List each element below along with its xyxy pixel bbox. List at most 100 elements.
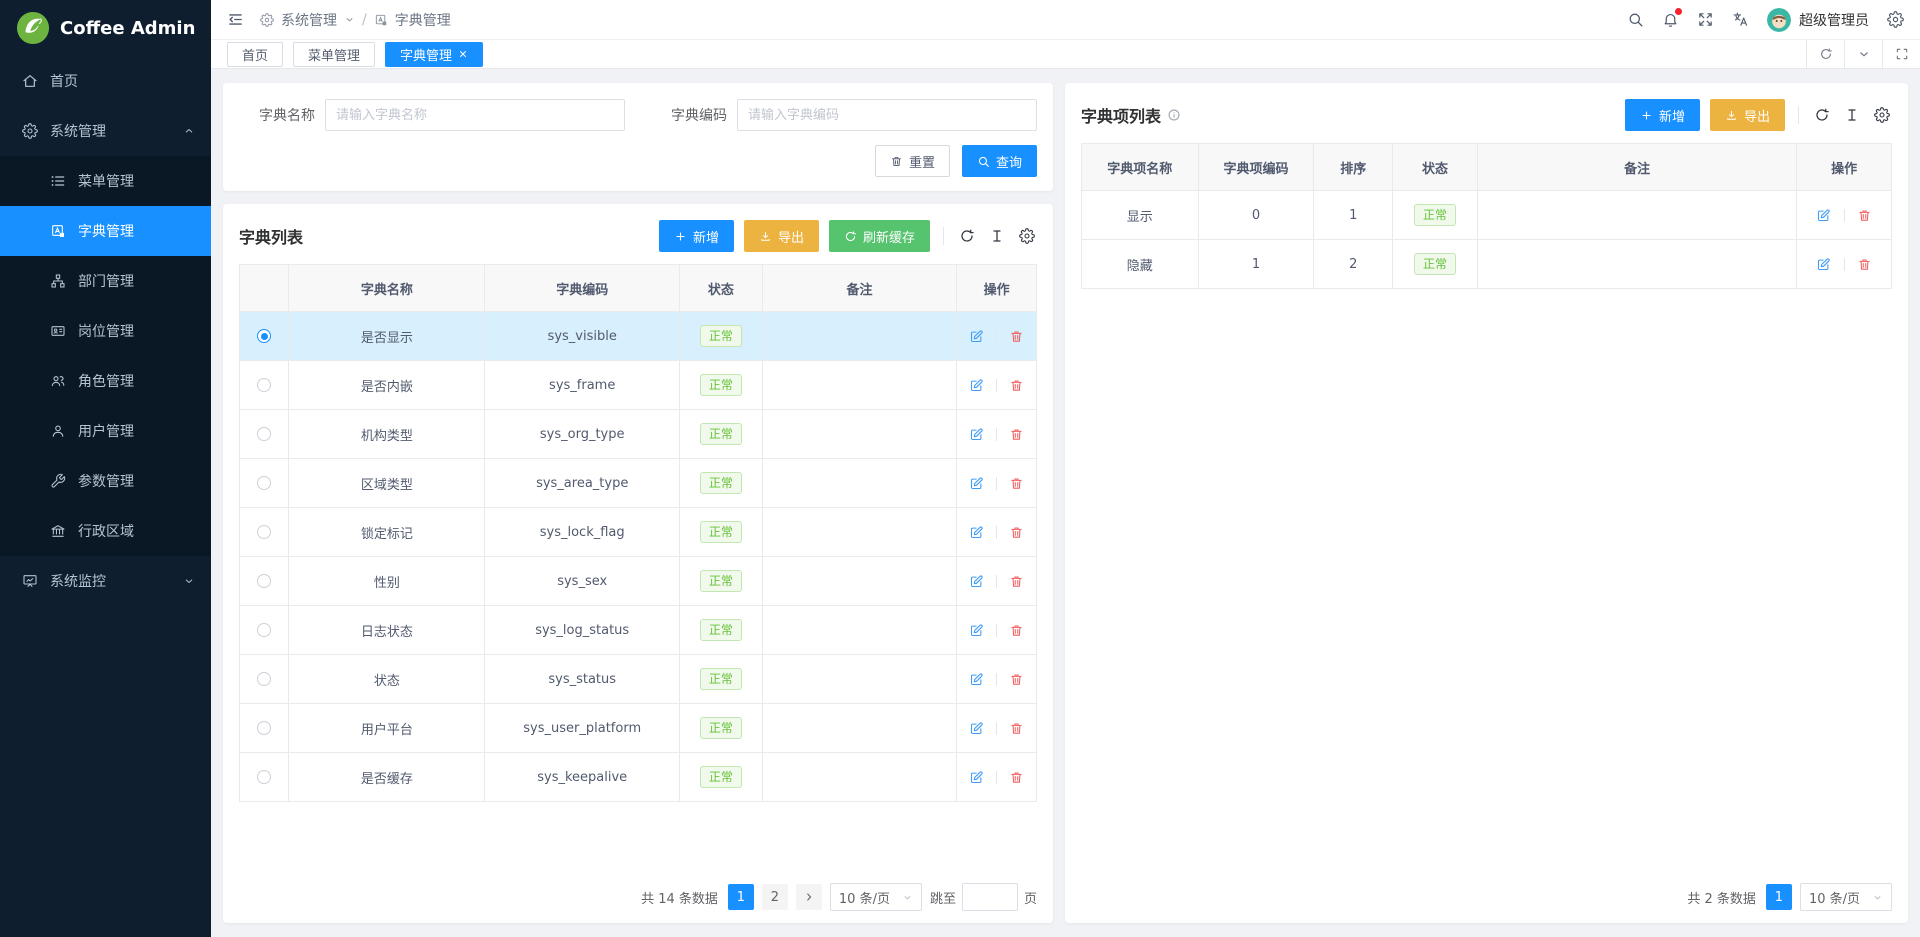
- row-radio[interactable]: [257, 672, 271, 686]
- sidebar-item-menu-mgmt[interactable]: 菜单管理: [0, 156, 211, 206]
- reset-button[interactable]: 重置: [875, 145, 950, 177]
- table-row[interactable]: 状态 sys_status 正常: [240, 655, 1037, 704]
- tab-dict-mgmt[interactable]: 字典管理: [385, 42, 483, 67]
- sidebar-item-dept-mgmt[interactable]: 部门管理: [0, 256, 211, 306]
- edit-icon[interactable]: [969, 329, 984, 344]
- delete-icon[interactable]: [1009, 525, 1024, 540]
- notification-bell-icon[interactable]: [1662, 11, 1679, 28]
- table-row[interactable]: 用户平台 sys_user_platform 正常: [240, 704, 1037, 753]
- delete-icon[interactable]: [1009, 427, 1024, 442]
- delete-icon[interactable]: [1009, 476, 1024, 491]
- delete-icon[interactable]: [1009, 672, 1024, 687]
- edit-icon[interactable]: [1816, 208, 1831, 223]
- sidebar-item-dict-mgmt[interactable]: 字典管理: [0, 206, 211, 256]
- row-height-icon[interactable]: [987, 228, 1007, 244]
- table-row[interactable]: 锁定标记 sys_lock_flag 正常: [240, 508, 1037, 557]
- add-dict-item-button[interactable]: 新增: [1625, 99, 1700, 131]
- tab-menu-mgmt[interactable]: 菜单管理: [293, 42, 375, 67]
- delete-icon[interactable]: [1009, 770, 1024, 785]
- sidebar-item-admin-area[interactable]: 行政区域: [0, 506, 211, 556]
- sidebar-item-label: 参数管理: [78, 471, 134, 491]
- search-icon[interactable]: [1627, 11, 1644, 28]
- refresh-cache-label: 刷新缓存: [863, 227, 915, 246]
- chevron-down-icon[interactable]: [1844, 40, 1882, 68]
- edit-icon[interactable]: [1816, 257, 1831, 272]
- refresh-icon[interactable]: [1806, 40, 1844, 68]
- page-button-1[interactable]: 1: [1766, 884, 1792, 910]
- table-row[interactable]: 显示 0 1 正常: [1082, 191, 1892, 240]
- fullscreen-icon[interactable]: [1697, 11, 1714, 28]
- info-icon[interactable]: [1167, 108, 1181, 122]
- collapse-sidebar-icon[interactable]: [227, 11, 244, 28]
- table-row[interactable]: 是否显示 sys_visible 正常: [240, 312, 1037, 361]
- sidebar-item-home[interactable]: 首页: [0, 56, 211, 106]
- edit-icon[interactable]: [969, 623, 984, 638]
- delete-icon[interactable]: [1009, 721, 1024, 736]
- brand-logo: Coffee Admin: [0, 0, 211, 56]
- page-size-select[interactable]: 10 条/页: [1800, 883, 1892, 911]
- table-row[interactable]: 隐藏 1 2 正常: [1082, 240, 1892, 289]
- table-row[interactable]: 区域类型 sys_area_type 正常: [240, 459, 1037, 508]
- sidebar-item-post-mgmt[interactable]: 岗位管理: [0, 306, 211, 356]
- sidebar-item-user-mgmt[interactable]: 用户管理: [0, 406, 211, 456]
- row-radio[interactable]: [257, 525, 271, 539]
- row-radio[interactable]: [257, 427, 271, 441]
- table-row[interactable]: 是否缓存 sys_keepalive 正常: [240, 753, 1037, 802]
- maximize-icon[interactable]: [1882, 40, 1920, 68]
- export-dict-button[interactable]: 导出: [744, 220, 819, 252]
- dict-code-input[interactable]: [737, 99, 1037, 131]
- dict-name-cell: 日志状态: [289, 606, 485, 655]
- edit-icon[interactable]: [969, 427, 984, 442]
- jump-page-input[interactable]: [962, 883, 1018, 911]
- page-size-select[interactable]: 10 条/页: [830, 883, 922, 911]
- row-radio[interactable]: [257, 721, 271, 735]
- row-radio[interactable]: [257, 476, 271, 490]
- refresh-table-icon[interactable]: [957, 228, 977, 244]
- query-button[interactable]: 查询: [962, 145, 1037, 177]
- close-icon[interactable]: [458, 49, 468, 59]
- row-radio[interactable]: [257, 770, 271, 784]
- delete-icon[interactable]: [1857, 257, 1872, 272]
- sidebar-item-system[interactable]: 系统管理: [0, 106, 211, 156]
- edit-icon[interactable]: [969, 525, 984, 540]
- column-settings-icon[interactable]: [1872, 107, 1892, 123]
- page-button-2[interactable]: 2: [762, 884, 788, 910]
- row-radio[interactable]: [257, 378, 271, 392]
- page-button-1[interactable]: 1: [728, 884, 754, 910]
- next-page-button[interactable]: [796, 884, 822, 910]
- delete-icon[interactable]: [1009, 378, 1024, 393]
- refresh-table-icon[interactable]: [1812, 107, 1832, 123]
- sidebar-item-role-mgmt[interactable]: 角色管理: [0, 356, 211, 406]
- sidebar-item-label: 系统监控: [50, 571, 106, 591]
- add-dict-button[interactable]: 新增: [659, 220, 734, 252]
- user-menu[interactable]: 超级管理员: [1767, 8, 1869, 32]
- edit-icon[interactable]: [969, 476, 984, 491]
- refresh-cache-button[interactable]: 刷新缓存: [829, 220, 930, 252]
- delete-icon[interactable]: [1009, 329, 1024, 344]
- table-row[interactable]: 日志状态 sys_log_status 正常: [240, 606, 1037, 655]
- table-row[interactable]: 机构类型 sys_org_type 正常: [240, 410, 1037, 459]
- delete-icon[interactable]: [1857, 208, 1872, 223]
- delete-icon[interactable]: [1009, 574, 1024, 589]
- column-settings-icon[interactable]: [1017, 228, 1037, 244]
- table-row[interactable]: 是否内嵌 sys_frame 正常: [240, 361, 1037, 410]
- sidebar-item-param-mgmt[interactable]: 参数管理: [0, 456, 211, 506]
- edit-icon[interactable]: [969, 672, 984, 687]
- sidebar-item-monitor[interactable]: 系统监控: [0, 556, 211, 606]
- breadcrumb-parent[interactable]: 系统管理: [281, 10, 337, 30]
- edit-icon[interactable]: [969, 574, 984, 589]
- edit-icon[interactable]: [969, 770, 984, 785]
- row-height-icon[interactable]: [1842, 107, 1862, 123]
- delete-icon[interactable]: [1009, 623, 1024, 638]
- dict-name-input[interactable]: [325, 99, 625, 131]
- tab-home[interactable]: 首页: [227, 42, 283, 67]
- row-radio[interactable]: [257, 574, 271, 588]
- row-radio[interactable]: [257, 623, 271, 637]
- settings-gear-icon[interactable]: [1887, 11, 1904, 28]
- row-radio[interactable]: [257, 329, 271, 343]
- export-dict-item-button[interactable]: 导出: [1710, 99, 1785, 131]
- edit-icon[interactable]: [969, 378, 984, 393]
- translate-icon[interactable]: [1732, 11, 1749, 28]
- edit-icon[interactable]: [969, 721, 984, 736]
- table-row[interactable]: 性别 sys_sex 正常: [240, 557, 1037, 606]
